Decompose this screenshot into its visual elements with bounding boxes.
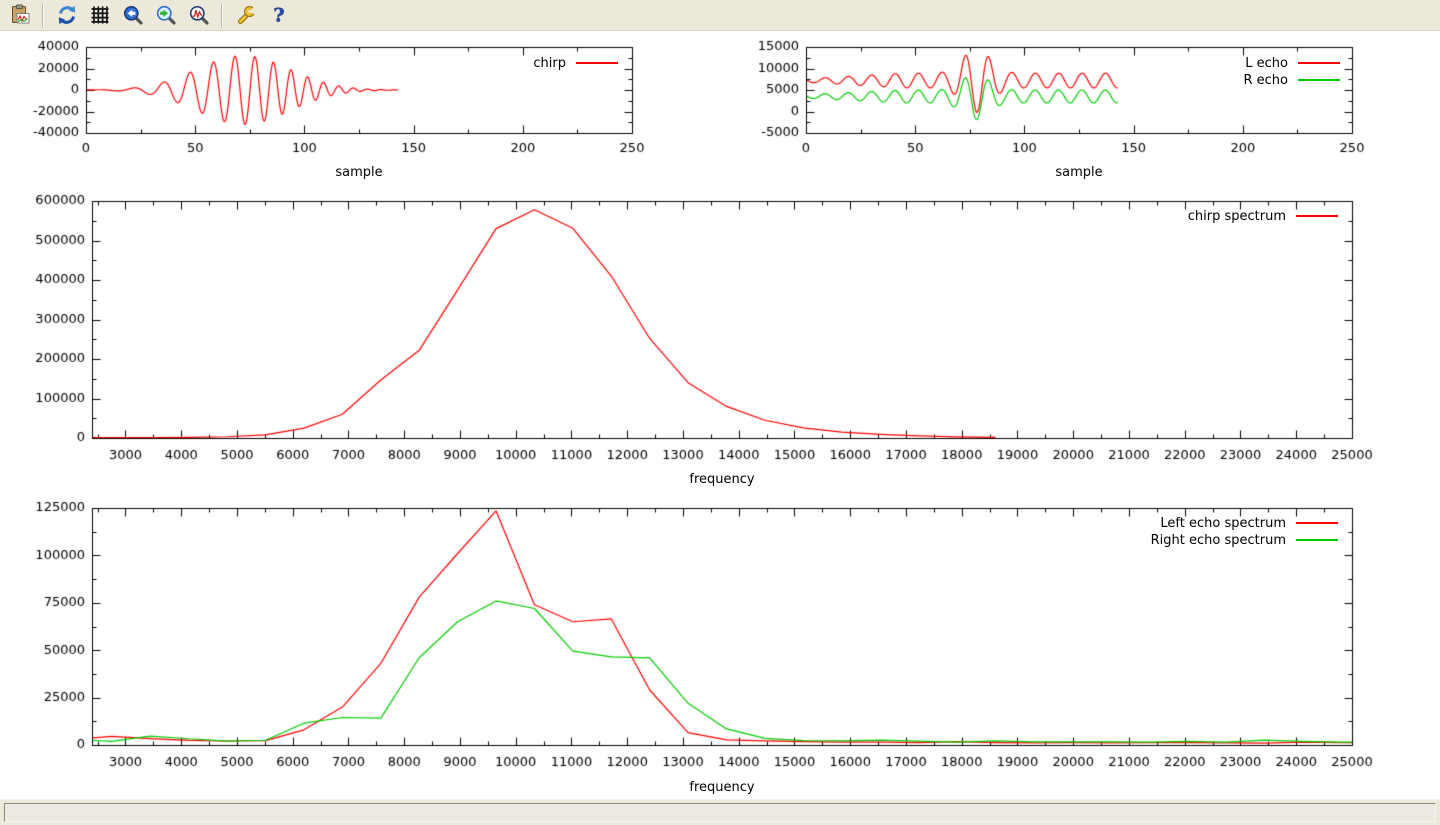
status-bar-field bbox=[4, 803, 1436, 822]
plot-canvas[interactable] bbox=[0, 32, 1440, 799]
grid-icon bbox=[89, 4, 111, 26]
autoscale-button[interactable] bbox=[183, 1, 214, 30]
refresh-icon bbox=[56, 4, 78, 26]
zoom-next-button[interactable] bbox=[150, 1, 181, 30]
zoom-next-icon bbox=[155, 4, 177, 26]
replot-button[interactable] bbox=[51, 1, 82, 30]
copy-plot-icon bbox=[9, 4, 31, 26]
toolbar-separator bbox=[42, 4, 44, 27]
toggle-grid-button[interactable] bbox=[84, 1, 115, 30]
zoom-previous-icon bbox=[122, 4, 144, 26]
gnuplot-window: { "window": { "chrome_background": "#ece… bbox=[0, 0, 1440, 825]
status-bar bbox=[0, 799, 1440, 825]
toolbar-separator bbox=[221, 4, 223, 27]
toolbar: ? bbox=[0, 0, 1440, 31]
svg-text:?: ? bbox=[273, 5, 284, 27]
zoom-previous-button[interactable] bbox=[117, 1, 148, 30]
configure-button[interactable] bbox=[230, 1, 261, 30]
help-icon: ? bbox=[268, 4, 290, 26]
help-button[interactable]: ? bbox=[263, 1, 294, 30]
autoscale-plot-icon bbox=[188, 4, 210, 26]
copy-to-clipboard-button[interactable] bbox=[4, 1, 35, 30]
wrench-icon bbox=[235, 4, 257, 26]
